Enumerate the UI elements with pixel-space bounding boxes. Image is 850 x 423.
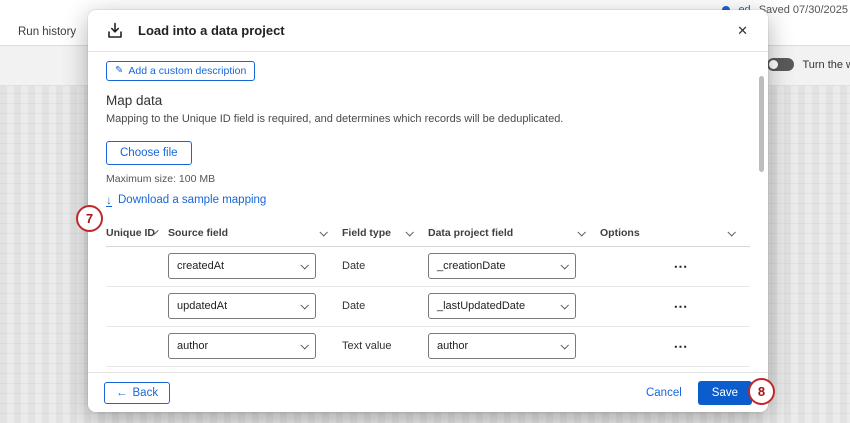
field-type-value: Date	[342, 300, 428, 312]
chevron-down-icon	[300, 301, 308, 309]
section-description: Mapping to the Unique ID field is requir…	[106, 113, 750, 125]
download-sample-mapping-link[interactable]: ↓ Download a sample mapping	[106, 194, 266, 207]
dialog-footer: ← Back Cancel Save	[88, 372, 768, 412]
chevron-down-icon	[560, 301, 568, 309]
annotation-marker-7: 7	[76, 205, 103, 232]
mapping-table-header: Unique ID Source field Field type Data p…	[106, 221, 750, 247]
column-header-options[interactable]: Options	[600, 221, 750, 246]
data-project-field-select[interactable]: _lastUpdatedDate	[428, 293, 576, 319]
column-header-field-type[interactable]: Field type	[342, 221, 428, 246]
back-arrow-icon: ←	[116, 387, 128, 399]
workflow-toggle-label: Turn the w	[802, 59, 850, 71]
column-header-data-project-field[interactable]: Data project field	[428, 221, 600, 246]
download-link-label: Download a sample mapping	[118, 194, 266, 206]
back-button-label: Back	[133, 387, 159, 399]
dialog-body: ✎ Add a custom description Map data Mapp…	[88, 52, 768, 372]
workflow-toggle-wrap: Turn the w	[767, 58, 850, 71]
cancel-button[interactable]: Cancel	[646, 387, 682, 399]
choose-file-button[interactable]: Choose file	[106, 141, 192, 165]
chevron-down-icon	[727, 228, 735, 236]
annotation-marker-8: 8	[748, 378, 775, 405]
load-data-icon	[104, 20, 126, 42]
back-button[interactable]: ← Back	[104, 382, 170, 404]
options-menu-button[interactable]: ⋯	[612, 336, 750, 357]
add-custom-description-label: Add a custom description	[128, 65, 246, 77]
toggle-knob	[769, 60, 778, 69]
footer-actions: Cancel Save	[646, 381, 752, 405]
workflow-toggle[interactable]	[767, 58, 794, 71]
saved-status-label: Saved 07/30/2025	[759, 4, 848, 16]
chevron-down-icon	[300, 261, 308, 269]
source-field-select[interactable]: createdAt	[168, 253, 316, 279]
mapping-table: Unique ID Source field Field type Data p…	[106, 221, 750, 373]
save-button[interactable]: Save	[698, 381, 752, 405]
table-row: author Text value author ⋯	[106, 327, 750, 367]
options-menu-button[interactable]: ⋯	[612, 296, 750, 317]
max-size-label: Maximum size: 100 MB	[106, 173, 750, 185]
chevron-down-icon	[577, 228, 585, 236]
dialog-title: Load into a data project	[138, 23, 285, 38]
screen: ed Saved 07/30/2025 Run history R Turn t…	[0, 0, 850, 423]
column-header-source-field[interactable]: Source field	[168, 221, 342, 246]
table-row: createdAt Date _creationDate ⋯	[106, 247, 750, 287]
add-custom-description-button[interactable]: ✎ Add a custom description	[106, 61, 255, 81]
source-field-select[interactable]: updatedAt	[168, 293, 316, 319]
download-icon: ↓	[106, 194, 112, 207]
chevron-down-icon	[319, 228, 327, 236]
tab-run-history[interactable]: Run history	[18, 26, 76, 38]
table-row: updatedAt Date _lastUpdatedDate ⋯	[106, 287, 750, 327]
edit-icon: ✎	[115, 65, 123, 76]
column-header-unique-id[interactable]: Unique ID	[106, 221, 168, 246]
chevron-down-icon	[560, 261, 568, 269]
field-type-value: Text value	[342, 340, 428, 352]
options-menu-button[interactable]: ⋯	[612, 256, 750, 277]
dialog-header: Load into a data project ✕	[88, 10, 768, 52]
load-data-project-dialog: Load into a data project ✕ ✎ Add a custo…	[88, 10, 768, 412]
chevron-down-icon	[560, 341, 568, 349]
data-project-field-select[interactable]: author	[428, 333, 576, 359]
modal-scrollbar[interactable]	[759, 76, 764, 172]
field-type-value: Date	[342, 260, 428, 272]
data-project-field-select[interactable]: _creationDate	[428, 253, 576, 279]
source-field-select[interactable]: author	[168, 333, 316, 359]
chevron-down-icon	[300, 341, 308, 349]
chevron-down-icon	[405, 228, 413, 236]
close-icon[interactable]: ✕	[733, 20, 752, 41]
section-title: Map data	[106, 93, 750, 108]
